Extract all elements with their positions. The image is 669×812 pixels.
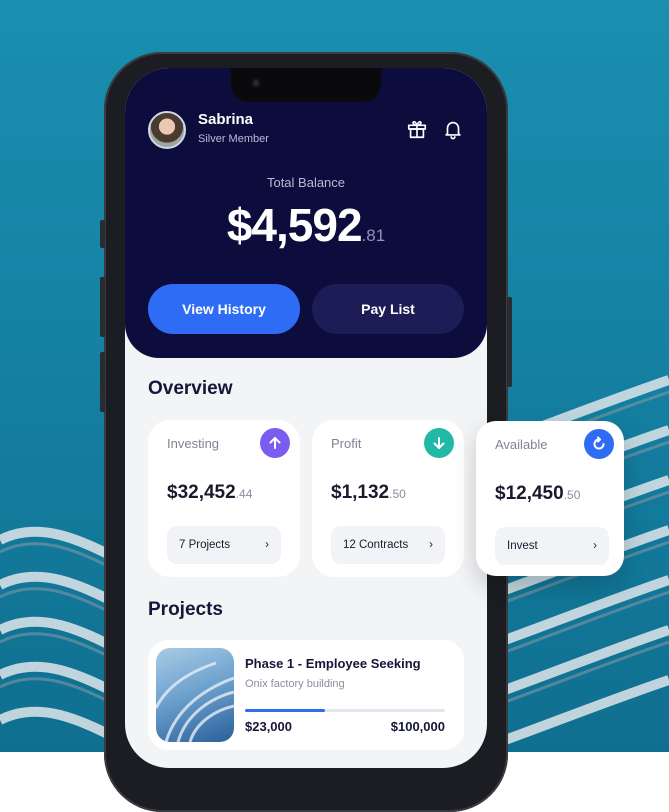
volume-up-button xyxy=(100,277,105,337)
card-label: Investing xyxy=(167,436,220,451)
user-name: Sabrina xyxy=(198,111,254,128)
balance-cents: .81 xyxy=(361,226,386,245)
progress-fill xyxy=(245,709,325,712)
invest-pill[interactable]: Invest › xyxy=(495,527,609,565)
chevron-right-icon: › xyxy=(429,539,433,551)
project-raised: $23,000 xyxy=(245,719,292,734)
amount-cents: .50 xyxy=(563,488,581,502)
power-button xyxy=(507,297,512,387)
card-amount: $32,452.44 xyxy=(167,482,252,504)
pay-list-button[interactable]: Pay List xyxy=(312,284,464,334)
projects-title: Projects xyxy=(148,599,223,620)
pill-label: Invest xyxy=(507,540,538,552)
app-screen: Sabrina Silver Member Total Balance $4,5… xyxy=(125,68,487,768)
refresh-icon xyxy=(584,429,614,459)
contracts-pill[interactable]: 12 Contracts › xyxy=(331,526,445,564)
notch xyxy=(231,68,381,102)
bell-icon[interactable] xyxy=(442,118,464,140)
amount-main: $12,450 xyxy=(495,483,564,504)
project-goal: $100,000 xyxy=(390,719,445,734)
profit-card[interactable]: Profit $1,132.50 12 Contracts › xyxy=(312,420,464,577)
gift-icon[interactable] xyxy=(406,118,428,140)
mute-switch xyxy=(100,220,105,248)
user-tier: Silver Member xyxy=(198,133,269,145)
arrow-down-icon xyxy=(424,428,454,458)
pill-label: 7 Projects xyxy=(179,539,231,551)
avatar[interactable] xyxy=(148,111,186,149)
chevron-right-icon: › xyxy=(593,540,597,552)
view-history-button[interactable]: View History xyxy=(148,284,300,334)
project-card[interactable]: Phase 1 - Employee Seeking Onix factory … xyxy=(148,640,464,750)
project-image xyxy=(156,648,234,742)
total-balance-label: Total Balance xyxy=(266,175,346,190)
investing-card[interactable]: Investing $32,452.44 7 Projects › xyxy=(148,420,300,577)
card-amount: $1,132.50 xyxy=(331,482,406,504)
amount-cents: .50 xyxy=(389,487,406,501)
project-progress-bar xyxy=(245,709,445,712)
amount-cents: .44 xyxy=(235,487,253,501)
card-amount: $12,450.50 xyxy=(495,483,580,505)
arrow-up-icon xyxy=(260,428,290,458)
total-balance-amount: $4,592.81 xyxy=(125,198,487,252)
amount-main: $1,132 xyxy=(331,482,390,503)
amount-main: $32,452 xyxy=(167,482,236,503)
project-subtitle: Onix factory building xyxy=(245,678,345,690)
overview-title: Overview xyxy=(148,378,233,399)
card-label: Profit xyxy=(331,436,362,451)
pill-label: 12 Contracts xyxy=(343,539,409,551)
balance-header: Sabrina Silver Member Total Balance $4,5… xyxy=(125,68,487,358)
projects-pill[interactable]: 7 Projects › xyxy=(167,526,281,564)
project-title: Phase 1 - Employee Seeking xyxy=(245,656,421,671)
chevron-right-icon: › xyxy=(265,539,269,551)
available-card[interactable]: Available $12,450.50 Invest › xyxy=(476,421,624,576)
card-label: Available xyxy=(495,437,548,452)
camera-icon xyxy=(251,78,261,88)
volume-down-button xyxy=(100,352,105,412)
balance-main: $4,592 xyxy=(226,199,363,251)
